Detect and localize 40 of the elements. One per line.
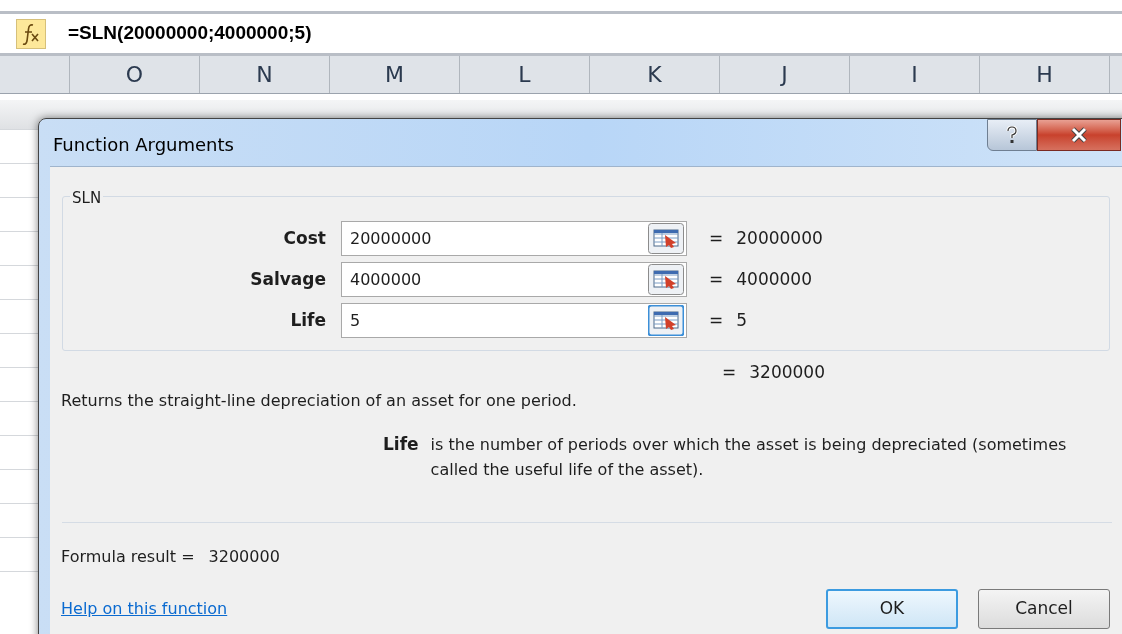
- equals-sign: =: [709, 267, 724, 291]
- close-button[interactable]: [1037, 119, 1121, 151]
- formula-result-label: Formula result =: [61, 546, 195, 568]
- function-icon[interactable]: [16, 18, 46, 49]
- column-header[interactable]: L: [518, 58, 531, 91]
- dialog-button[interactable]: Cancel: [978, 589, 1110, 629]
- question-mark-icon: [1006, 126, 1018, 144]
- column-header[interactable]: I: [911, 58, 918, 91]
- argument-value: 5: [736, 308, 748, 332]
- column-header[interactable]: M: [385, 58, 404, 91]
- dialog-title: Function Arguments: [53, 133, 234, 157]
- function-description: Returns the straight-line depreciation of an asset for one period.: [61, 390, 577, 412]
- column-header[interactable]: N: [256, 58, 273, 91]
- equals-sign: =: [709, 226, 724, 250]
- argument-description: is the number of periods over which the asset is being depreciated (sometimes called the useful life of the asset).: [430, 434, 1068, 481]
- argument-value: 4000000: [736, 267, 812, 291]
- result-value: 3200000: [749, 361, 825, 384]
- column-header[interactable]: H: [1036, 58, 1053, 91]
- argument-field[interactable]: 4000000: [341, 262, 687, 297]
- help-button[interactable]: [987, 119, 1037, 151]
- argument-name: Life: [383, 433, 419, 456]
- equals-sign: =: [722, 361, 737, 384]
- argument-field[interactable]: 5: [341, 303, 687, 338]
- help-link[interactable]: Help on this function: [61, 597, 228, 621]
- argument-field[interactable]: 20000000: [341, 221, 687, 256]
- argument-value: 20000000: [736, 226, 823, 250]
- close-icon: [1070, 127, 1088, 143]
- column-header[interactable]: K: [647, 58, 662, 91]
- argument-label: Salvage: [250, 268, 326, 289]
- range-picker-icon[interactable]: [648, 305, 684, 336]
- equals-sign: =: [709, 308, 724, 332]
- dialog-button[interactable]: OK: [826, 589, 958, 629]
- column-header[interactable]: J: [781, 58, 788, 91]
- argument-label: Cost: [283, 227, 326, 248]
- formula-result-value: 3200000: [208, 546, 280, 568]
- argument-label: Life: [290, 309, 326, 330]
- column-header[interactable]: O: [125, 58, 144, 91]
- formula-field[interactable]: =SLN(20000000;4000000;5): [68, 19, 312, 48]
- range-picker-icon[interactable]: [648, 223, 684, 254]
- range-picker-icon[interactable]: [648, 264, 684, 295]
